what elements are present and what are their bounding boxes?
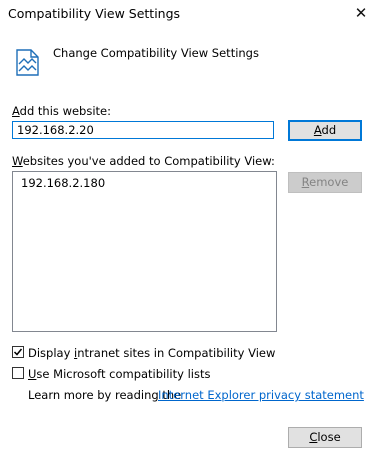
- add-button-rest: dd: [321, 123, 337, 137]
- microsoft-lists-checkbox[interactable]: [12, 367, 24, 379]
- microsoft-lists-label-rest: se Microsoft compatibility lists: [36, 367, 211, 381]
- intranet-label-post: ntranet sites in Compatibility View: [77, 346, 276, 360]
- add-button[interactable]: Add: [288, 120, 362, 141]
- websites-list-label: Websites you've added to Compatibility V…: [12, 154, 275, 168]
- window-title: Compatibility View Settings: [8, 6, 181, 21]
- websites-list-label-rest: ebsites you've added to Compatibility Vi…: [22, 154, 275, 168]
- privacy-statement-link[interactable]: Internet Explorer privacy statement: [158, 388, 364, 402]
- close-button[interactable]: Close: [288, 427, 362, 448]
- add-website-label: Add this website:: [12, 104, 111, 118]
- intranet-sites-label[interactable]: Display intranet sites in Compatibility …: [28, 346, 275, 360]
- website-input[interactable]: [12, 121, 274, 139]
- intranet-label-pre: Display: [28, 346, 75, 360]
- add-website-label-accel: A: [12, 104, 20, 118]
- add-button-accel: A: [313, 123, 322, 137]
- remove-button[interactable]: Remove: [288, 172, 362, 193]
- checkmark-icon: [13, 348, 23, 356]
- intranet-sites-checkbox[interactable]: [12, 346, 24, 358]
- add-website-label-rest: dd this website:: [19, 104, 111, 118]
- close-icon[interactable]: ✕: [350, 2, 372, 24]
- list-item[interactable]: 192.168.2.180: [19, 176, 276, 190]
- close-button-rest: lose: [317, 430, 341, 444]
- remove-button-rest: emove: [309, 175, 349, 189]
- compatibility-view-icon: [14, 46, 42, 78]
- header-title: Change Compatibility View Settings: [53, 46, 259, 60]
- websites-list[interactable]: 192.168.2.180: [12, 171, 277, 332]
- microsoft-lists-label[interactable]: Use Microsoft compatibility lists: [28, 367, 210, 381]
- websites-list-label-accel: W: [12, 154, 23, 168]
